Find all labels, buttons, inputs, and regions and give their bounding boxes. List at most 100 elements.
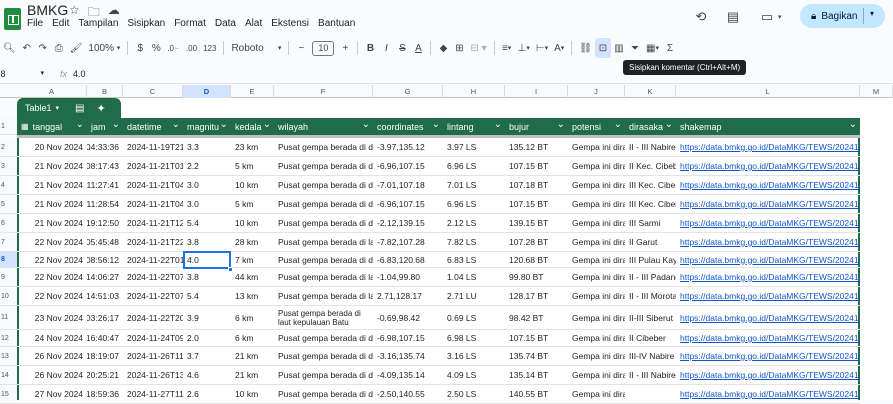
merge-cells-icon[interactable]: ⊟ ▾ <box>467 38 489 58</box>
column-menu-icon[interactable]: ⌄ <box>76 119 84 130</box>
table-cell[interactable]: 3.0 <box>183 176 231 194</box>
table-header-8[interactable]: bujur ⌄ <box>505 118 568 135</box>
table-cell[interactable]: 7.01 LS <box>443 176 505 194</box>
table-cell[interactable]: -4.09,135.14 <box>373 366 443 384</box>
table-cell[interactable]: 28 km <box>231 233 274 251</box>
font-select[interactable]: Roboto ▾ <box>228 38 284 58</box>
table-cell[interactable]: III Kec. Cibe <box>625 176 676 194</box>
table-header-6[interactable]: coordinates ⌄ <box>373 118 443 135</box>
table-cell[interactable]: -2.50,140.55 <box>373 385 443 403</box>
table-cell[interactable]: 2.0 <box>183 330 231 346</box>
table-cell[interactable]: 10 km <box>231 385 274 403</box>
column-header-f[interactable]: F <box>274 85 373 98</box>
table-cell[interactable]: Pusat gempa berada di dara <box>274 252 373 267</box>
column-menu-icon[interactable]: ⌄ <box>263 119 271 130</box>
column-header-d[interactable]: D <box>183 85 231 98</box>
column-header-l[interactable]: L <box>676 85 860 98</box>
table-header-4[interactable]: kedala ⌄ <box>231 118 274 135</box>
table-cell[interactable]: Gempa ini dira <box>568 233 625 251</box>
row-header-4[interactable]: 4 <box>0 176 17 195</box>
table-cell[interactable]: 05:45:48 <box>87 233 123 251</box>
table-cell[interactable]: 98.42 BT <box>505 306 568 329</box>
table-cell[interactable]: 0.69 LS <box>443 306 505 329</box>
table-cell[interactable]: 2.2 <box>183 157 231 175</box>
table-cell[interactable]: 4.09 LS <box>443 366 505 384</box>
paint-format-icon[interactable]: 🖌︎ <box>67 38 86 58</box>
table-cell[interactable]: 107.18 BT <box>505 176 568 194</box>
row-header-12[interactable]: 12 <box>0 330 17 347</box>
shakemap-link[interactable]: https://data.bmkg.go.id/DataMKG/TEWS/202… <box>676 385 860 403</box>
menu-item-5[interactable]: Data <box>215 17 236 30</box>
table-cell[interactable]: 2024-11-19T21 <box>123 138 183 156</box>
table-cell[interactable]: 2024-11-21T22 <box>123 233 183 251</box>
table-cell[interactable]: Pusat gempa berada di dara <box>274 214 373 232</box>
table-cell[interactable]: II Kec. Cibeb <box>625 157 676 175</box>
menu-item-2[interactable]: Tampilan <box>78 17 118 30</box>
table-cell[interactable]: 23 km <box>231 138 274 156</box>
increase-decimal-button[interactable]: .00 <box>183 38 200 58</box>
table-cell[interactable]: 10 km <box>231 214 274 232</box>
fill-color-icon[interactable]: ◆ <box>435 38 451 58</box>
text-wrapping-icon[interactable]: ⊢ ▾ <box>533 38 551 58</box>
shakemap-link[interactable]: https://data.bmkg.go.id/DataMKG/TEWS/202… <box>676 366 860 384</box>
table-cell[interactable]: II - III Morotai <box>625 287 676 305</box>
table-cell[interactable]: 14:06:27 <box>87 268 123 286</box>
table-cell[interactable]: Gempa ini dira <box>568 268 625 286</box>
table-cell[interactable]: II - III Nabire <box>625 366 676 384</box>
table-cell[interactable]: 26 Nov 2024 <box>17 347 87 365</box>
table-cell[interactable]: 2024-11-26T13 <box>123 366 183 384</box>
table-cell[interactable] <box>625 385 676 403</box>
row-header-8[interactable]: 8 <box>0 252 17 268</box>
table-cell[interactable]: 11:27:41 <box>87 176 123 194</box>
table-cell[interactable]: Gempa ini dira <box>568 214 625 232</box>
table-cell[interactable]: 120.68 BT <box>505 252 568 267</box>
table-cell[interactable]: 21 Nov 2024 <box>17 195 87 213</box>
table-cell[interactable]: II-III Siberut <box>625 306 676 329</box>
table-cell[interactable]: Gempa ini dira <box>568 195 625 213</box>
strikethrough-icon[interactable]: S <box>394 38 410 58</box>
table-cell[interactable]: 5 km <box>231 157 274 175</box>
table-cell[interactable]: Pusat gempa berada di laut kepulauan Bat… <box>274 306 373 329</box>
table-cell[interactable]: Pusat gempa berada di dara <box>274 138 373 156</box>
document-title[interactable]: BMKG <box>27 2 68 18</box>
table-cell[interactable]: 19:12:50 <box>87 214 123 232</box>
table-cell[interactable]: Gempa ini dira <box>568 252 625 267</box>
table-cell[interactable]: 107.28 BT <box>505 233 568 251</box>
menu-item-6[interactable]: Alat <box>245 17 262 30</box>
table-cell[interactable]: Gempa ini dira <box>568 287 625 305</box>
table-cell[interactable]: -0.69,98.42 <box>373 306 443 329</box>
table-cell[interactable]: 6 km <box>231 306 274 329</box>
column-menu-icon[interactable]: ⌄ <box>172 119 180 130</box>
table-cell[interactable]: 2.50 LS <box>443 385 505 403</box>
table-cell[interactable]: 7 km <box>231 252 274 267</box>
table-header-11[interactable]: shakemap ⌄ <box>676 118 860 135</box>
table-cell[interactable]: III Sarmi <box>625 214 676 232</box>
table-cell[interactable]: 135.14 BT <box>505 366 568 384</box>
meet-dropdown-icon[interactable]: ▾ <box>778 13 782 21</box>
table-cell[interactable]: II - III Nabire <box>625 138 676 156</box>
fill-handle[interactable] <box>228 267 233 272</box>
bold-icon[interactable]: B <box>362 38 378 58</box>
column-header-g[interactable]: G <box>373 85 443 98</box>
table-cell[interactable]: Pusat gempa berada di dara <box>274 385 373 403</box>
column-menu-icon[interactable]: ⌄ <box>849 119 857 130</box>
table-cell[interactable]: 6.96 LS <box>443 195 505 213</box>
table-gemini-icon[interactable]: ✦ <box>97 102 106 115</box>
table-cell[interactable]: 4.6 <box>183 366 231 384</box>
menu-item-8[interactable]: Bantuan <box>318 17 355 30</box>
column-header-b[interactable]: B <box>87 85 123 98</box>
table-cell[interactable]: -3.97,135.12 <box>373 138 443 156</box>
table-cell[interactable]: 3.97 LS <box>443 138 505 156</box>
column-header-e[interactable]: E <box>231 85 274 98</box>
table-cell[interactable]: 5 km <box>231 195 274 213</box>
row-header-3[interactable]: 3 <box>0 157 17 176</box>
row-header-2[interactable]: 2 <box>0 138 17 157</box>
row-header-5[interactable]: 5 <box>0 195 17 214</box>
table-header-0[interactable]: ▦ tanggal ⌄ <box>17 118 87 135</box>
table-cell[interactable]: 107.15 BT <box>505 330 568 346</box>
table-cell[interactable]: Pusat gempa berada di laut <box>274 287 373 305</box>
table-cell[interactable]: 03:26:17 <box>87 306 123 329</box>
column-menu-icon[interactable]: ⌄ <box>220 119 228 130</box>
table-header-7[interactable]: lintang ⌄ <box>443 118 505 135</box>
column-header-i[interactable]: I <box>505 85 568 98</box>
